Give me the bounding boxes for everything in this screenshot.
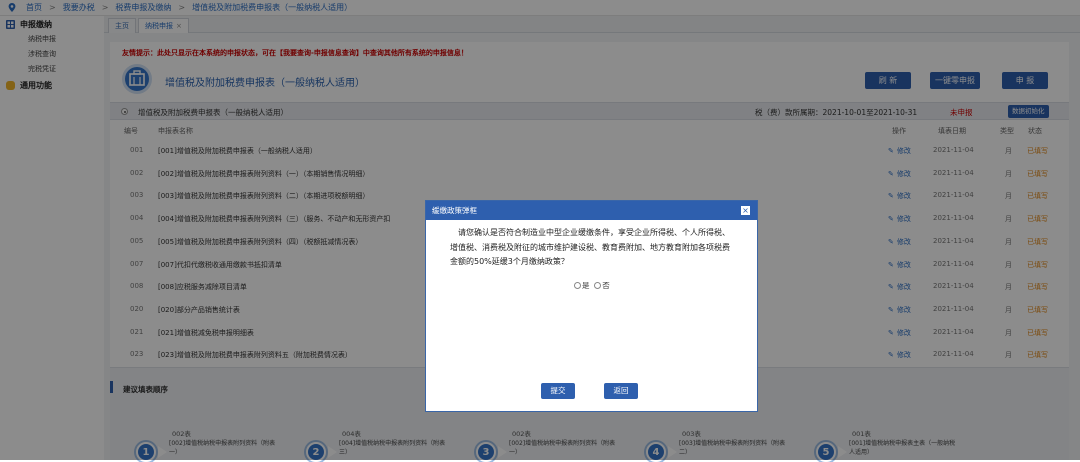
- submit-button[interactable]: 提交: [541, 383, 575, 399]
- dialog-header: 缓缴政策弹框 ×: [426, 201, 757, 220]
- radio-no-label[interactable]: 否: [602, 281, 610, 290]
- close-icon[interactable]: ×: [741, 206, 750, 215]
- deferral-policy-dialog: 缓缴政策弹框 × 请您确认是否符合制造业中型企业缓缴条件，享受企业所得税、个人所…: [425, 200, 758, 412]
- dialog-title: 缓缴政策弹框: [432, 206, 477, 215]
- dialog-question: 请您确认是否符合制造业中型企业缓缴条件，享受企业所得税、个人所得税、增值税、消费…: [450, 228, 730, 266]
- radio-no[interactable]: [594, 282, 602, 289]
- radio-yes-label[interactable]: 是: [582, 281, 590, 290]
- answer-radio-group: 是 否: [574, 280, 610, 291]
- radio-yes[interactable]: [574, 282, 581, 289]
- back-button[interactable]: 返回: [604, 383, 638, 399]
